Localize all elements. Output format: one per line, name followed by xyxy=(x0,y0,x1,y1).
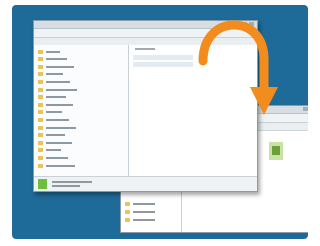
curved-arrow-icon xyxy=(198,20,278,115)
illustration-tile xyxy=(12,5,308,239)
